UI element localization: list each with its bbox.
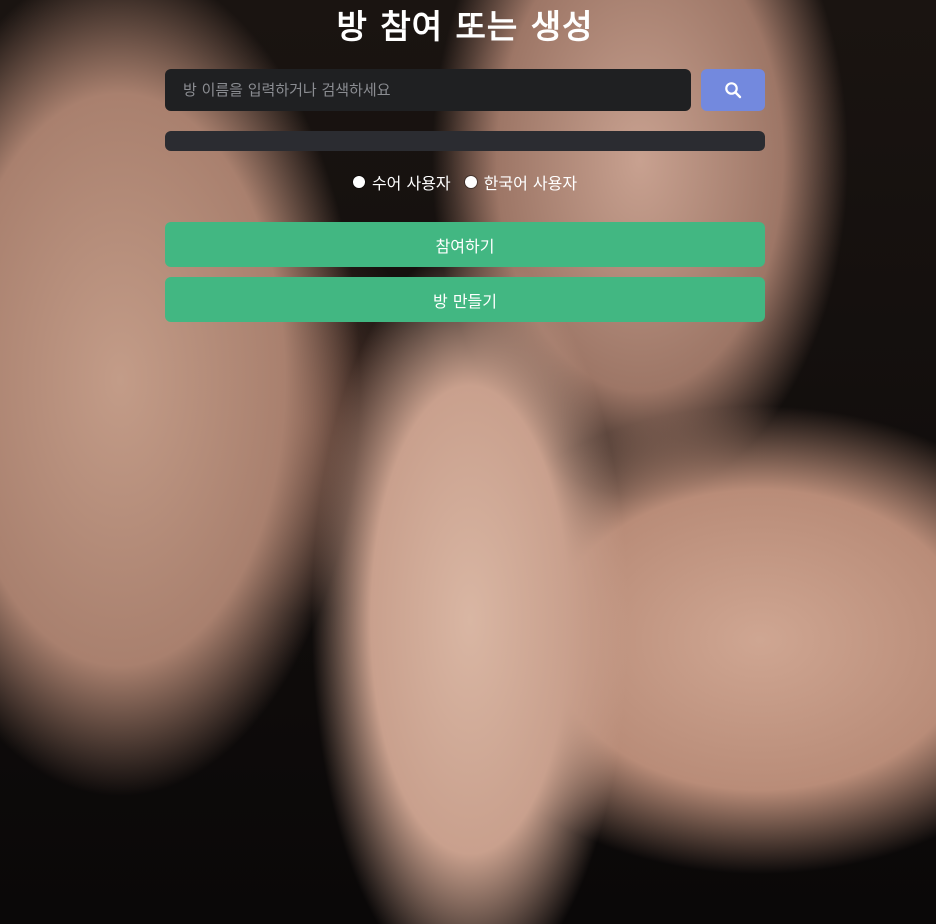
radio-korean-user[interactable]: 한국어 사용자 bbox=[464, 170, 578, 194]
radio-button[interactable] bbox=[464, 176, 477, 188]
radio-button[interactable] bbox=[352, 176, 365, 188]
radio-sign-language-user[interactable]: 수어 사용자 bbox=[352, 170, 451, 194]
join-button[interactable]: 참여하기 bbox=[165, 222, 765, 267]
radio-label: 한국어 사용자 bbox=[483, 174, 578, 193]
page-title: 방 참여 또는 생성 bbox=[336, 7, 594, 46]
room-search-input[interactable] bbox=[165, 69, 691, 111]
search-bar bbox=[165, 69, 765, 111]
room-list bbox=[165, 131, 765, 151]
search-button[interactable] bbox=[701, 69, 765, 111]
create-room-button[interactable]: 방 만들기 bbox=[165, 277, 765, 322]
search-icon bbox=[725, 82, 742, 99]
app-root: 방 참여 또는 생성 수어 사용자 한국어 사용자 참여하기 방 만들기 bbox=[0, 0, 936, 924]
user-type-selector: 수어 사용자 한국어 사용자 bbox=[165, 170, 765, 194]
radio-label: 수어 사용자 bbox=[371, 174, 451, 193]
